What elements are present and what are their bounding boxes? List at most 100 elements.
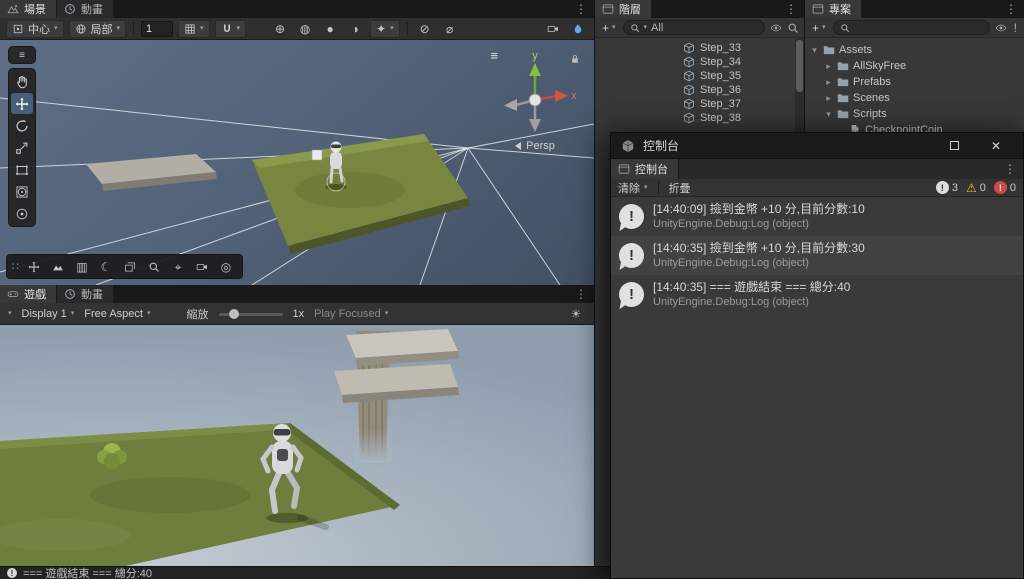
gizmo-neg-x-cone[interactable] <box>504 99 517 111</box>
scale-tool-button[interactable] <box>11 137 33 158</box>
rotate-tool-button[interactable] <box>11 115 33 136</box>
tab-console[interactable]: 控制台 <box>611 159 679 179</box>
grid-bars-icon[interactable]: ▥ <box>71 257 93 276</box>
transform-tool-button[interactable] <box>11 181 33 202</box>
console-titlebar[interactable]: 控制台 ✕ <box>611 133 1023 159</box>
move-tool-button[interactable] <box>11 93 33 114</box>
hierarchy-item[interactable]: Step_33 <box>595 41 804 55</box>
tab-animation-2[interactable]: 動畫 <box>57 285 114 303</box>
info-filter-button[interactable]: ! 3 <box>935 181 958 194</box>
visibility-icon[interactable] <box>770 22 782 34</box>
error-filter-button[interactable]: ! 0 <box>993 181 1016 194</box>
space-dropdown[interactable]: 局部 ▾ <box>68 19 127 38</box>
hierarchy-item[interactable]: Step_34 <box>595 55 804 69</box>
hierarchy-item[interactable]: Step_37 <box>595 97 804 111</box>
overlay-menu-button[interactable]: ≡ <box>11 48 33 62</box>
hierarchy-search-input[interactable]: ▾ All <box>622 20 765 35</box>
sun-icon[interactable]: ☀ <box>566 305 586 323</box>
game-view-menu[interactable]: ▾ <box>8 310 12 317</box>
caret-down-icon[interactable]: ▾ <box>824 109 833 120</box>
more-icon[interactable]: ⋮ <box>998 0 1024 18</box>
search-options-icon[interactable] <box>787 22 799 34</box>
water-toggle-icon[interactable] <box>568 20 588 38</box>
tab-scene[interactable]: 場景 <box>0 0 57 18</box>
caret-right-icon[interactable]: ▸ <box>824 77 833 88</box>
gizmo-neg-y-cone[interactable] <box>529 119 541 132</box>
close-button[interactable]: ✕ <box>979 133 1013 159</box>
collapse-button[interactable]: 折疊 <box>669 180 691 196</box>
tree-item-prefabs[interactable]: ▸ Prefabs <box>805 74 1024 90</box>
grid-snap-dropdown[interactable]: ▾ <box>178 19 210 38</box>
rect-tool-button[interactable] <box>11 159 33 180</box>
hierarchy-item[interactable]: Step_38 <box>595 111 804 125</box>
orientation-gizmo[interactable]: y x <box>492 48 578 140</box>
tab-animation[interactable]: 動畫 <box>57 0 114 18</box>
visibility-icon[interactable] <box>995 22 1007 34</box>
scrollbar-thumb[interactable] <box>796 40 803 92</box>
hidden-objects-icon[interactable]: ⌀ <box>440 20 460 38</box>
game-view[interactable] <box>0 325 594 566</box>
frame-icon[interactable]: ⊕ <box>270 20 290 38</box>
position-icon[interactable]: ⌖ <box>167 257 189 276</box>
scene-view[interactable]: ≡ ≡ y x Persp ∷ ▥ ☾ ⌖ ◎ <box>0 40 594 285</box>
lock-icon[interactable] <box>570 54 580 64</box>
slider-knob[interactable] <box>228 308 239 319</box>
snap-dropdown[interactable]: ▾ <box>214 19 247 38</box>
pivot-dropdown[interactable]: 中心 ▾ <box>6 19 64 38</box>
gizmo-x-cone[interactable] <box>555 90 568 102</box>
more-icon[interactable]: ⋮ <box>568 0 594 18</box>
more-icon[interactable]: ⋮ <box>568 285 594 303</box>
move-overlay-icon[interactable] <box>23 257 45 276</box>
custom-tool-button[interactable] <box>11 203 33 224</box>
hierarchy-item[interactable]: Step_35 <box>595 69 804 83</box>
drag-handle[interactable]: ∷ <box>12 260 19 273</box>
display-dropdown[interactable]: Display 1 ▾ <box>22 308 75 320</box>
aspect-dropdown[interactable]: Free Aspect ▾ <box>84 308 150 320</box>
hierarchy-item[interactable]: Step_36 <box>595 83 804 97</box>
maximize-button[interactable] <box>937 133 971 159</box>
zoom-slider[interactable] <box>218 307 283 321</box>
tab-game[interactable]: 遊戲 <box>0 285 57 303</box>
warning-filter-button[interactable]: ⚠ 0 <box>966 182 986 194</box>
camera-settings-icon[interactable] <box>543 20 563 38</box>
compass-icon[interactable]: ◎ <box>215 257 237 276</box>
gizmo-y-cone[interactable] <box>529 63 541 76</box>
log-entry[interactable]: ! [14:40:35] === 遊戲結束 === 總分:40 UnityEng… <box>611 275 1023 314</box>
effects-dropdown[interactable]: ✦ ▾ <box>370 19 400 38</box>
tree-item-assets[interactable]: ▾ Assets <box>805 42 1024 58</box>
clear-button[interactable]: 清除 ▾ <box>618 180 648 196</box>
caret-right-icon[interactable]: ▸ <box>824 93 833 104</box>
tab-hierarchy[interactable]: 階層 <box>595 0 652 18</box>
tree-item-scripts[interactable]: ▾ Scripts <box>805 106 1024 122</box>
log-entry[interactable]: ! [14:40:35] 撿到金幣 +10 分,目前分數:30 UnityEng… <box>611 236 1023 275</box>
shading-icon[interactable]: ◍ <box>295 20 315 38</box>
projection-label[interactable]: Persp <box>526 140 555 152</box>
add-object-button[interactable]: + ▾ <box>600 21 618 35</box>
persp-chevron-icon <box>515 142 522 150</box>
layers-icon[interactable] <box>119 257 141 276</box>
info-icon[interactable]: ! <box>1012 21 1019 35</box>
more-icon[interactable]: ⋮ <box>997 159 1023 179</box>
moon-icon[interactable]: ☾ <box>95 257 117 276</box>
caret-down-icon[interactable]: ▾ <box>810 45 819 56</box>
project-search-input[interactable] <box>832 20 990 35</box>
scene-gizmo[interactable]: y x Persp <box>490 48 580 152</box>
lighting-icon[interactable]: ● <box>320 20 340 38</box>
camera-icon[interactable] <box>191 257 213 276</box>
gizmo-center[interactable] <box>528 93 542 107</box>
tree-item-scenes[interactable]: ▸ Scenes <box>805 90 1024 106</box>
terrain-icon[interactable] <box>47 257 69 276</box>
more-icon[interactable]: ⋮ <box>778 0 804 18</box>
tree-item-allskyfree[interactable]: ▸ AllSkyFree <box>805 58 1024 74</box>
grid-size-input[interactable] <box>141 20 174 37</box>
hand-tool-button[interactable] <box>11 71 33 92</box>
skybox-icon[interactable]: ◑ <box>345 20 365 38</box>
tab-project[interactable]: 專案 <box>805 0 862 18</box>
search-icon[interactable] <box>143 257 165 276</box>
play-focused-dropdown[interactable]: Play Focused ▾ <box>314 308 388 320</box>
tree-item-label: Prefabs <box>853 76 891 88</box>
audio-mute-icon[interactable]: ⊘ <box>415 20 435 38</box>
caret-right-icon[interactable]: ▸ <box>824 61 833 72</box>
add-asset-button[interactable]: + ▾ <box>810 21 828 35</box>
log-entry[interactable]: ! [14:40:09] 撿到金幣 +10 分,目前分數:10 UnityEng… <box>611 197 1023 236</box>
